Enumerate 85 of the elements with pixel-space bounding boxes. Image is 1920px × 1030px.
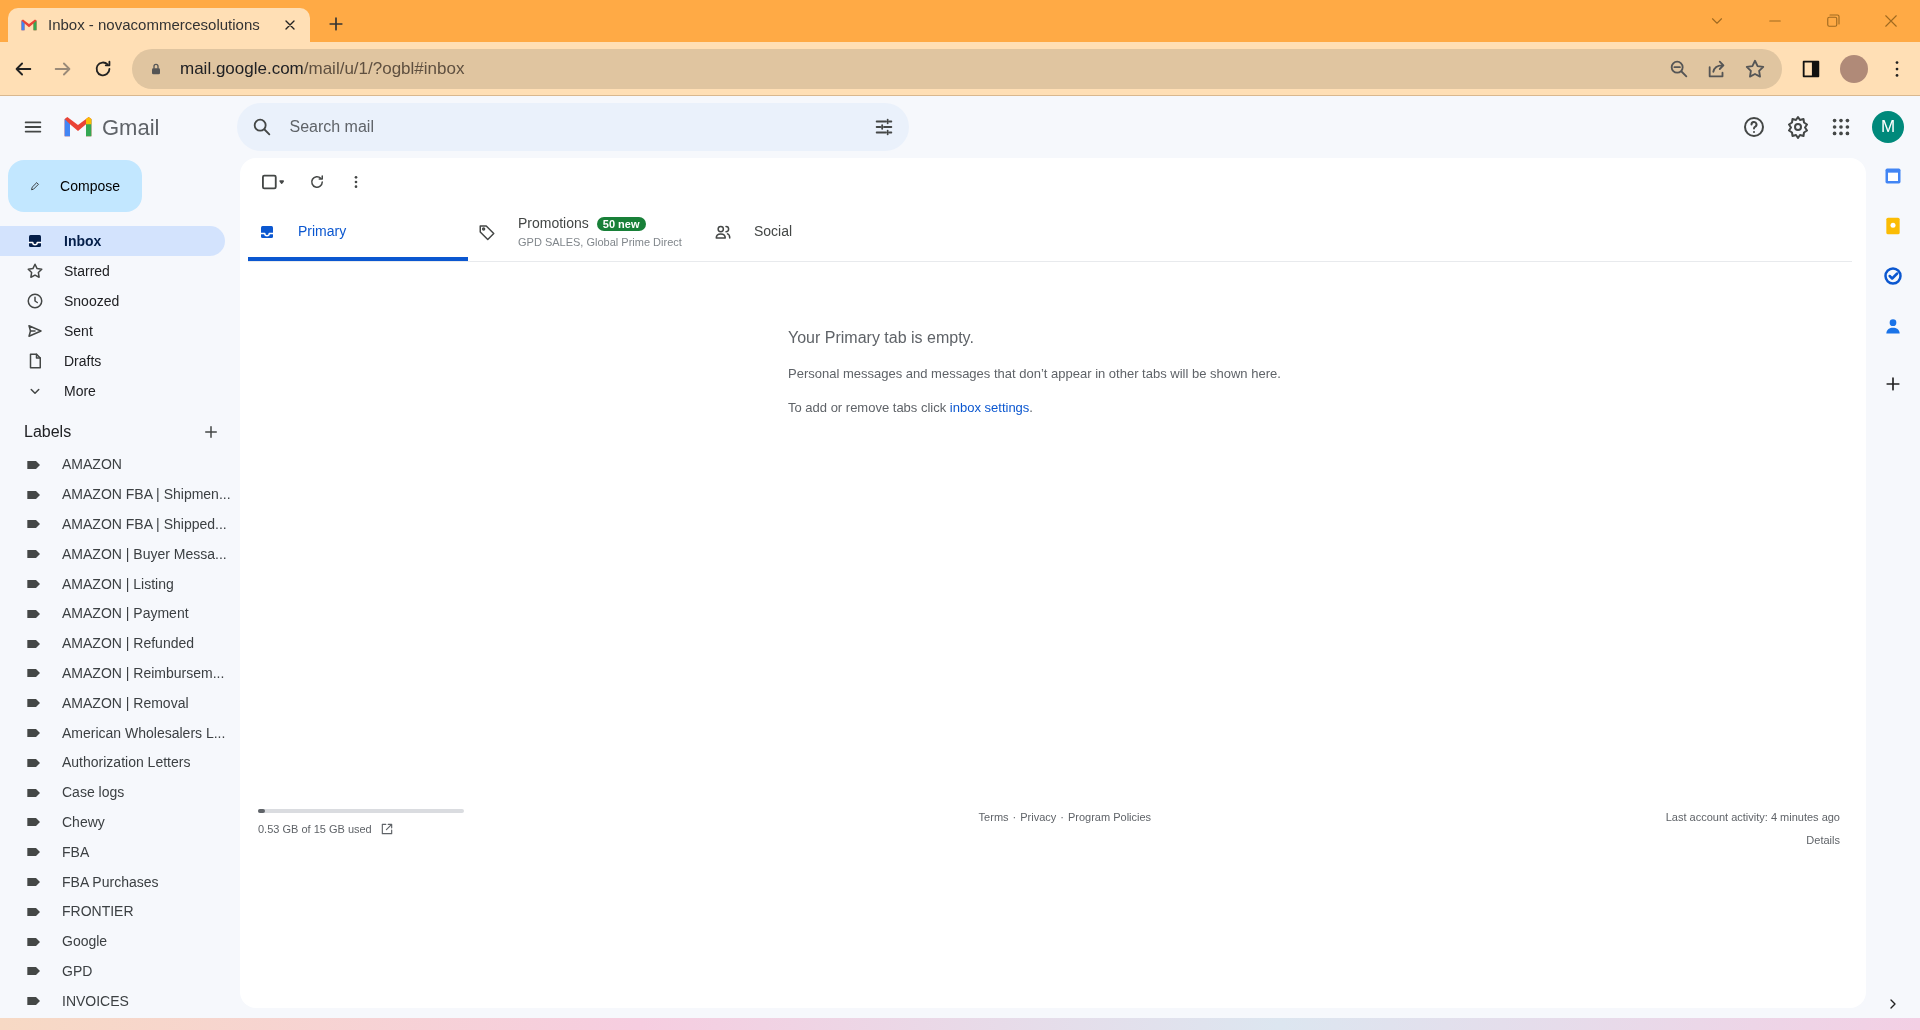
- star-icon: [26, 262, 44, 280]
- label-item[interactable]: AMAZON: [0, 450, 240, 480]
- label-item[interactable]: AMAZON FBA | Shipped...: [0, 509, 240, 540]
- settings-icon[interactable]: [1786, 115, 1810, 139]
- label-item[interactable]: AMAZON FBA | Shipmen...: [0, 479, 240, 510]
- help-icon[interactable]: [1742, 115, 1766, 139]
- apps-grid-icon[interactable]: [1830, 116, 1852, 138]
- compose-button[interactable]: Compose: [8, 160, 142, 212]
- label-tag-icon: [26, 756, 42, 769]
- label-tag-icon: [26, 935, 42, 948]
- label-item[interactable]: AMAZON | Refunded: [0, 628, 240, 659]
- nav-item[interactable]: Drafts: [0, 346, 225, 376]
- label-item[interactable]: Authorization Letters: [0, 747, 240, 778]
- inbox-tab[interactable]: Promotions 50 new GPD SALES, Global Prime Direct: [468, 206, 704, 261]
- inbox-tab[interactable]: Primary: [248, 206, 468, 261]
- inbox-icon: [26, 232, 44, 250]
- separator-dot: ·: [1012, 810, 1017, 825]
- label-tag-icon: [26, 607, 42, 620]
- labels-heading: Labels: [24, 422, 72, 442]
- label-tag-icon: [26, 786, 42, 799]
- label-tag-icon: [26, 697, 42, 710]
- nav-item[interactable]: Starred: [0, 256, 225, 286]
- nav-item[interactable]: Snoozed: [0, 286, 225, 316]
- label-tag-icon: [26, 488, 42, 501]
- label-item[interactable]: Case logs: [0, 777, 240, 808]
- label-item[interactable]: AMAZON | Removal: [0, 688, 240, 719]
- star-icon[interactable]: [1744, 57, 1766, 80]
- label-tag-icon: [26, 548, 42, 561]
- send-icon: [26, 322, 44, 340]
- plus-icon[interactable]: [202, 423, 220, 441]
- clock-icon: [26, 292, 44, 310]
- label-item[interactable]: FBA Purchases: [0, 867, 240, 897]
- label-tag-icon: [26, 876, 42, 889]
- address-bar[interactable]: mail.google.com/mail/u/1/?ogbl#inbox: [132, 48, 1782, 89]
- refresh-icon[interactable]: [308, 173, 326, 191]
- footer-link[interactable]: Program Policies: [1067, 809, 1152, 848]
- label-item[interactable]: GPD: [0, 956, 240, 987]
- label-item[interactable]: American Wholesalers L...: [0, 718, 240, 748]
- nav-item[interactable]: More: [0, 376, 225, 406]
- tab-subtitle: GPD SALES, Global Prime Direct: [518, 234, 682, 250]
- label-item[interactable]: Chewy: [0, 807, 240, 838]
- app-name: Gmail: [102, 113, 160, 142]
- label-item[interactable]: INVOICES: [0, 986, 240, 1017]
- label-tag-icon: [26, 458, 42, 471]
- empty-hint: To add or remove tabs click inbox settings.: [788, 398, 1034, 417]
- label-item[interactable]: AMAZON | Payment: [0, 599, 240, 629]
- calendar-icon[interactable]: [1883, 166, 1903, 186]
- label-tag-icon: [26, 518, 42, 531]
- storage-text: 0.53 GB of 15 GB used: [258, 822, 372, 837]
- tab-title: Inbox - novacommercesolutions: [48, 14, 261, 35]
- last-activity-text: Last account activity: 4 minutes ago: [1665, 810, 1840, 825]
- details-link[interactable]: Details: [1665, 831, 1840, 848]
- empty-message: Personal messages and messages that don’t appear in other tabs will be shown here.: [788, 365, 1282, 383]
- nav-item[interactable]: Inbox: [0, 226, 225, 256]
- label-tag-icon: [26, 578, 42, 591]
- tag-icon: [478, 222, 496, 241]
- label-tag-icon: [26, 727, 42, 740]
- open-external-icon[interactable]: [379, 822, 394, 837]
- url-text: mail.google.com/mail/u/1/?ogbl#inbox: [180, 57, 465, 80]
- label-item[interactable]: Google: [0, 926, 240, 957]
- browser-tab[interactable]: Inbox - novacommercesolutions: [8, 8, 310, 42]
- label-tag-icon: [26, 965, 42, 978]
- label-item[interactable]: AMAZON | Buyer Messa...: [0, 539, 240, 570]
- label-item[interactable]: AMAZON | Reimbursem...: [0, 658, 240, 689]
- footer-link[interactable]: Privacy: [1020, 809, 1057, 848]
- label-tag-icon: [26, 637, 42, 650]
- search-input[interactable]: Search mail: [287, 114, 860, 140]
- inbox-tab[interactable]: Social: [704, 206, 924, 261]
- label-tag-icon: [26, 846, 42, 859]
- separator-dot: ·: [1060, 810, 1064, 825]
- label-item[interactable]: FBA: [0, 837, 240, 868]
- search-field[interactable]: Search mail: [237, 103, 910, 151]
- empty-title: Your Primary tab is empty.: [788, 328, 975, 348]
- label-tag-icon: [26, 667, 42, 680]
- nav-item[interactable]: Sent: [0, 316, 225, 346]
- label-tag-icon: [26, 905, 42, 918]
- check-circle-icon[interactable]: [1883, 266, 1903, 286]
- label-item[interactable]: AMAZON | Listing: [0, 569, 240, 599]
- person-icon[interactable]: [1883, 316, 1903, 336]
- label-tag-icon: [26, 995, 42, 1008]
- label-item[interactable]: FRONTIER: [0, 896, 240, 927]
- label-tag-icon: [26, 816, 42, 829]
- new-count-badge: 50 new: [596, 216, 646, 231]
- account-avatar[interactable]: M: [1872, 111, 1904, 143]
- footer-link[interactable]: Terms: [978, 809, 1009, 848]
